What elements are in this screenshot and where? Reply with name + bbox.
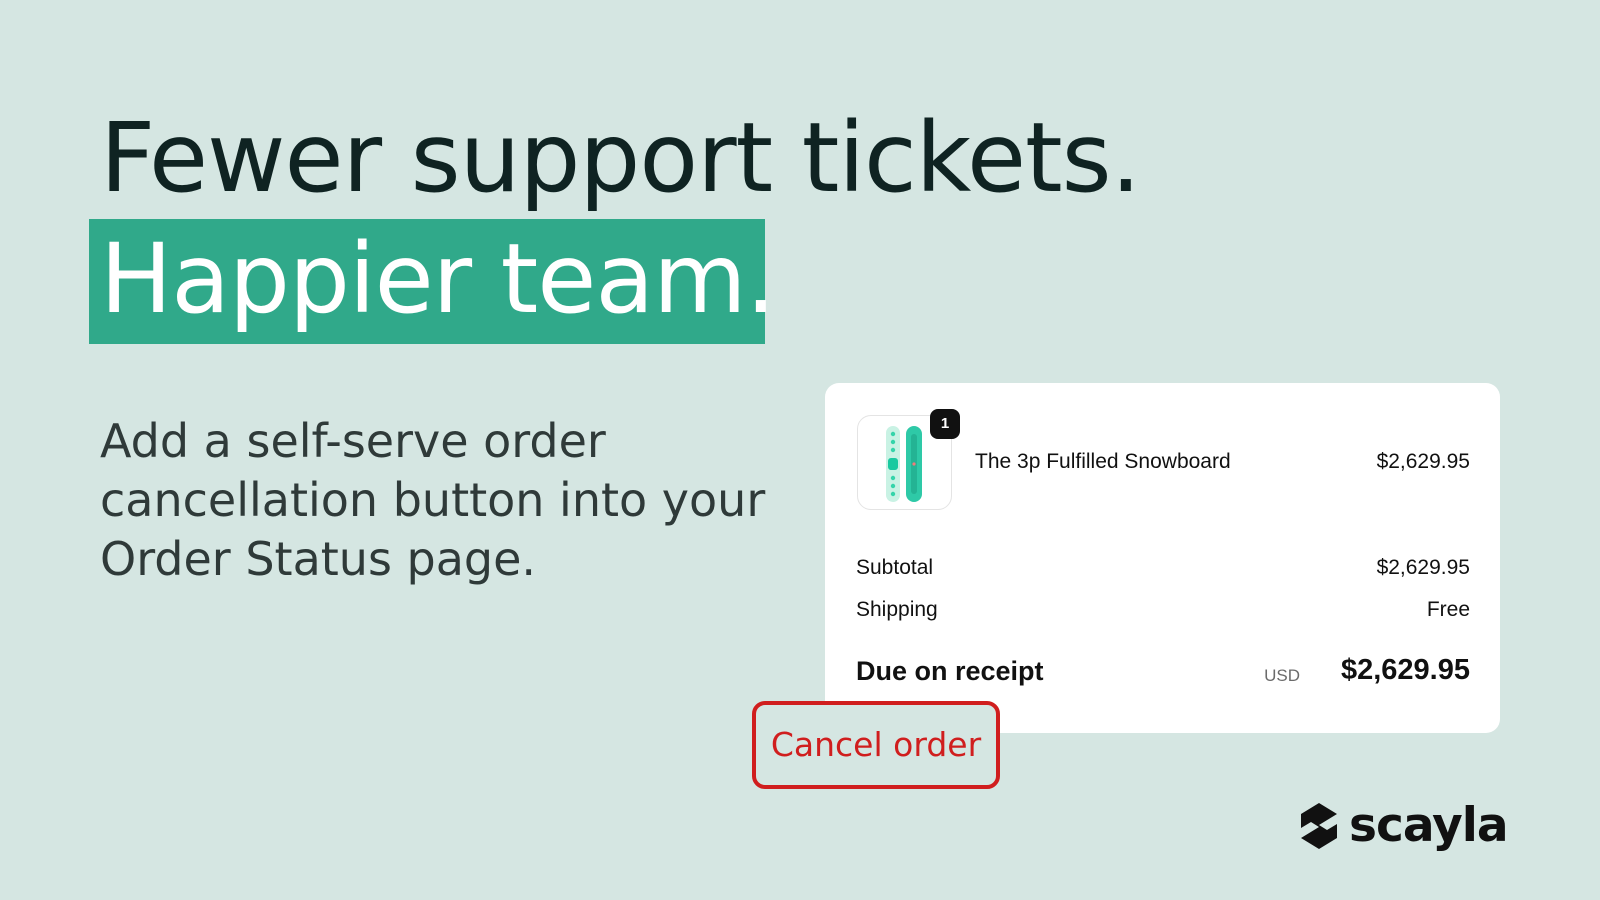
shipping-value: Free	[1426, 598, 1470, 621]
order-summary-card: 1 The 3p Fulfilled Snowboard $2,629.95 S…	[825, 383, 1500, 733]
brand-name: scayla	[1349, 798, 1509, 853]
snowboard-image	[886, 426, 922, 502]
shipping-label: Shipping	[856, 598, 938, 621]
product-name: The 3p Fulfilled Snowboard	[975, 450, 1231, 473]
subcopy: Add a self-serve order cancellation butt…	[100, 414, 766, 586]
scayla-logo-icon	[1301, 803, 1337, 849]
product-price: $2,629.95	[1376, 450, 1470, 473]
headline-line-1: Fewer support tickets.	[100, 102, 1141, 214]
brand-logo: scayla	[1297, 798, 1509, 854]
headline-line-2: Happier team.	[100, 223, 776, 335]
due-label: Due on receipt	[856, 656, 1044, 686]
cancel-order-button[interactable]: Cancel order	[752, 701, 1000, 789]
due-total: $2,629.95	[1340, 654, 1470, 686]
due-currency: USD	[1264, 666, 1300, 685]
quantity-badge: 1	[930, 409, 960, 439]
subtotal-value: $2,629.95	[1376, 556, 1470, 579]
subtotal-label: Subtotal	[856, 556, 934, 579]
